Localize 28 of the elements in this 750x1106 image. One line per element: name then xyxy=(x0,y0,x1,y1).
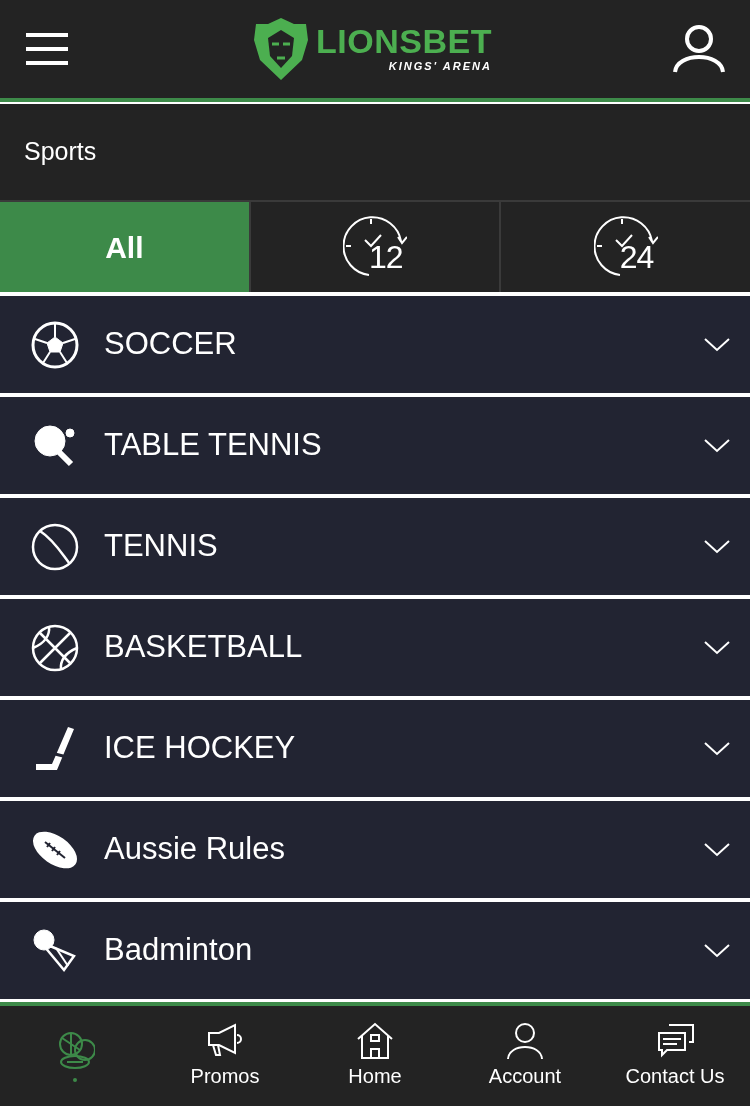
person-icon xyxy=(672,24,726,74)
account-icon xyxy=(505,1021,545,1061)
menu-button[interactable] xyxy=(24,31,70,67)
logo-text: LIONSBET xyxy=(316,23,492,58)
clock-icon xyxy=(343,215,407,279)
nav-tab[interactable]: Promos xyxy=(150,1006,300,1106)
sport-row[interactable]: Badminton xyxy=(0,902,750,999)
active-dot xyxy=(73,1078,77,1082)
sport-row[interactable]: SOCCER xyxy=(0,296,750,393)
section-title: Sports xyxy=(24,136,97,168)
menu-icon xyxy=(24,31,70,67)
filter-tab[interactable]: All xyxy=(0,202,249,292)
clock-icon xyxy=(593,215,658,279)
nav-tab[interactable]: Account xyxy=(450,1006,600,1106)
nav-tab[interactable]: Home xyxy=(300,1006,450,1106)
home-icon xyxy=(355,1021,395,1061)
sport-row[interactable]: TABLE TENNIS xyxy=(0,397,750,494)
filter-tab[interactable]: 12 xyxy=(250,202,500,292)
soccer-icon xyxy=(30,319,80,370)
logo-tagline: KINGS' ARENA xyxy=(388,58,492,74)
account-button[interactable] xyxy=(672,24,726,74)
sport-row[interactable]: ICE HOCKEY xyxy=(0,700,750,797)
sport-row[interactable]: Aussie Rules xyxy=(0,801,750,898)
nav-tab[interactable]: Contact Us xyxy=(600,1006,750,1106)
sport-row[interactable]: BASKETBALL xyxy=(0,599,750,696)
filter-tab[interactable]: 24 xyxy=(501,202,750,292)
basketball-icon xyxy=(30,622,80,673)
sport-row[interactable]: TENNIS xyxy=(0,498,750,595)
